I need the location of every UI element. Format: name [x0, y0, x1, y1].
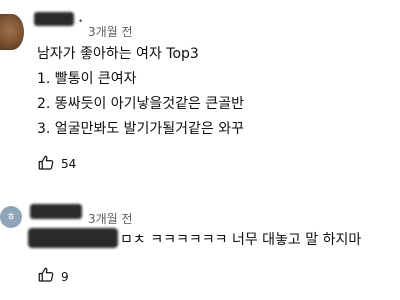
reply-text: ㅁㅊ ㅋㅋㅋㅋㅋㅋ 너무 대놓고 말 하지마 [120, 232, 362, 248]
mention-redacted[interactable] [28, 228, 118, 248]
comment-timestamp[interactable]: 3개월 전 [88, 210, 133, 227]
avatar[interactable]: ㅎ [0, 206, 22, 228]
author-name-redacted[interactable] [34, 12, 74, 26]
like-count: 54 [61, 157, 77, 171]
separator-dot: • [78, 17, 84, 27]
thumbs-up-icon[interactable] [37, 154, 55, 172]
comment-timestamp[interactable]: 3개월 전 [88, 23, 133, 40]
author-name-redacted[interactable] [30, 204, 82, 219]
comment-line-4: 3. 얼굴만봐도 발기가될거같은 와꾸 [37, 121, 245, 137]
comment-line-1: 남자가 좋아하는 여자 Top3 [37, 46, 199, 62]
avatar[interactable] [0, 14, 24, 50]
thumbs-up-icon[interactable] [37, 266, 55, 284]
comment-line-3: 2. 똥싸듯이 아기낳을것같은 큰골반 [37, 96, 245, 112]
like-count: 9 [61, 270, 69, 284]
comment-line-2: 1. 빨통이 큰여자 [37, 71, 137, 87]
